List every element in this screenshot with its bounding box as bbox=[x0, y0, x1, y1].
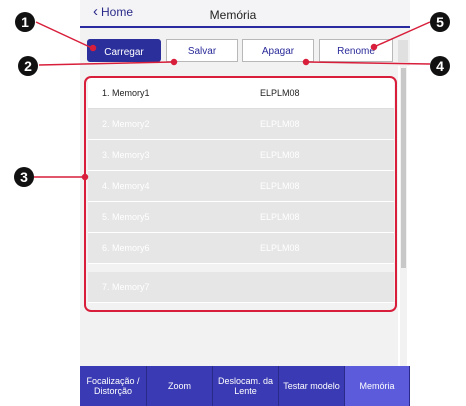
callout-lines bbox=[34, 21, 431, 181]
callout-3: 3 bbox=[14, 167, 34, 187]
callout-5: 5 bbox=[430, 12, 450, 32]
callout-4: 4 bbox=[430, 56, 450, 76]
callout-2: 2 bbox=[18, 56, 38, 76]
callout-1: 1 bbox=[15, 12, 35, 32]
